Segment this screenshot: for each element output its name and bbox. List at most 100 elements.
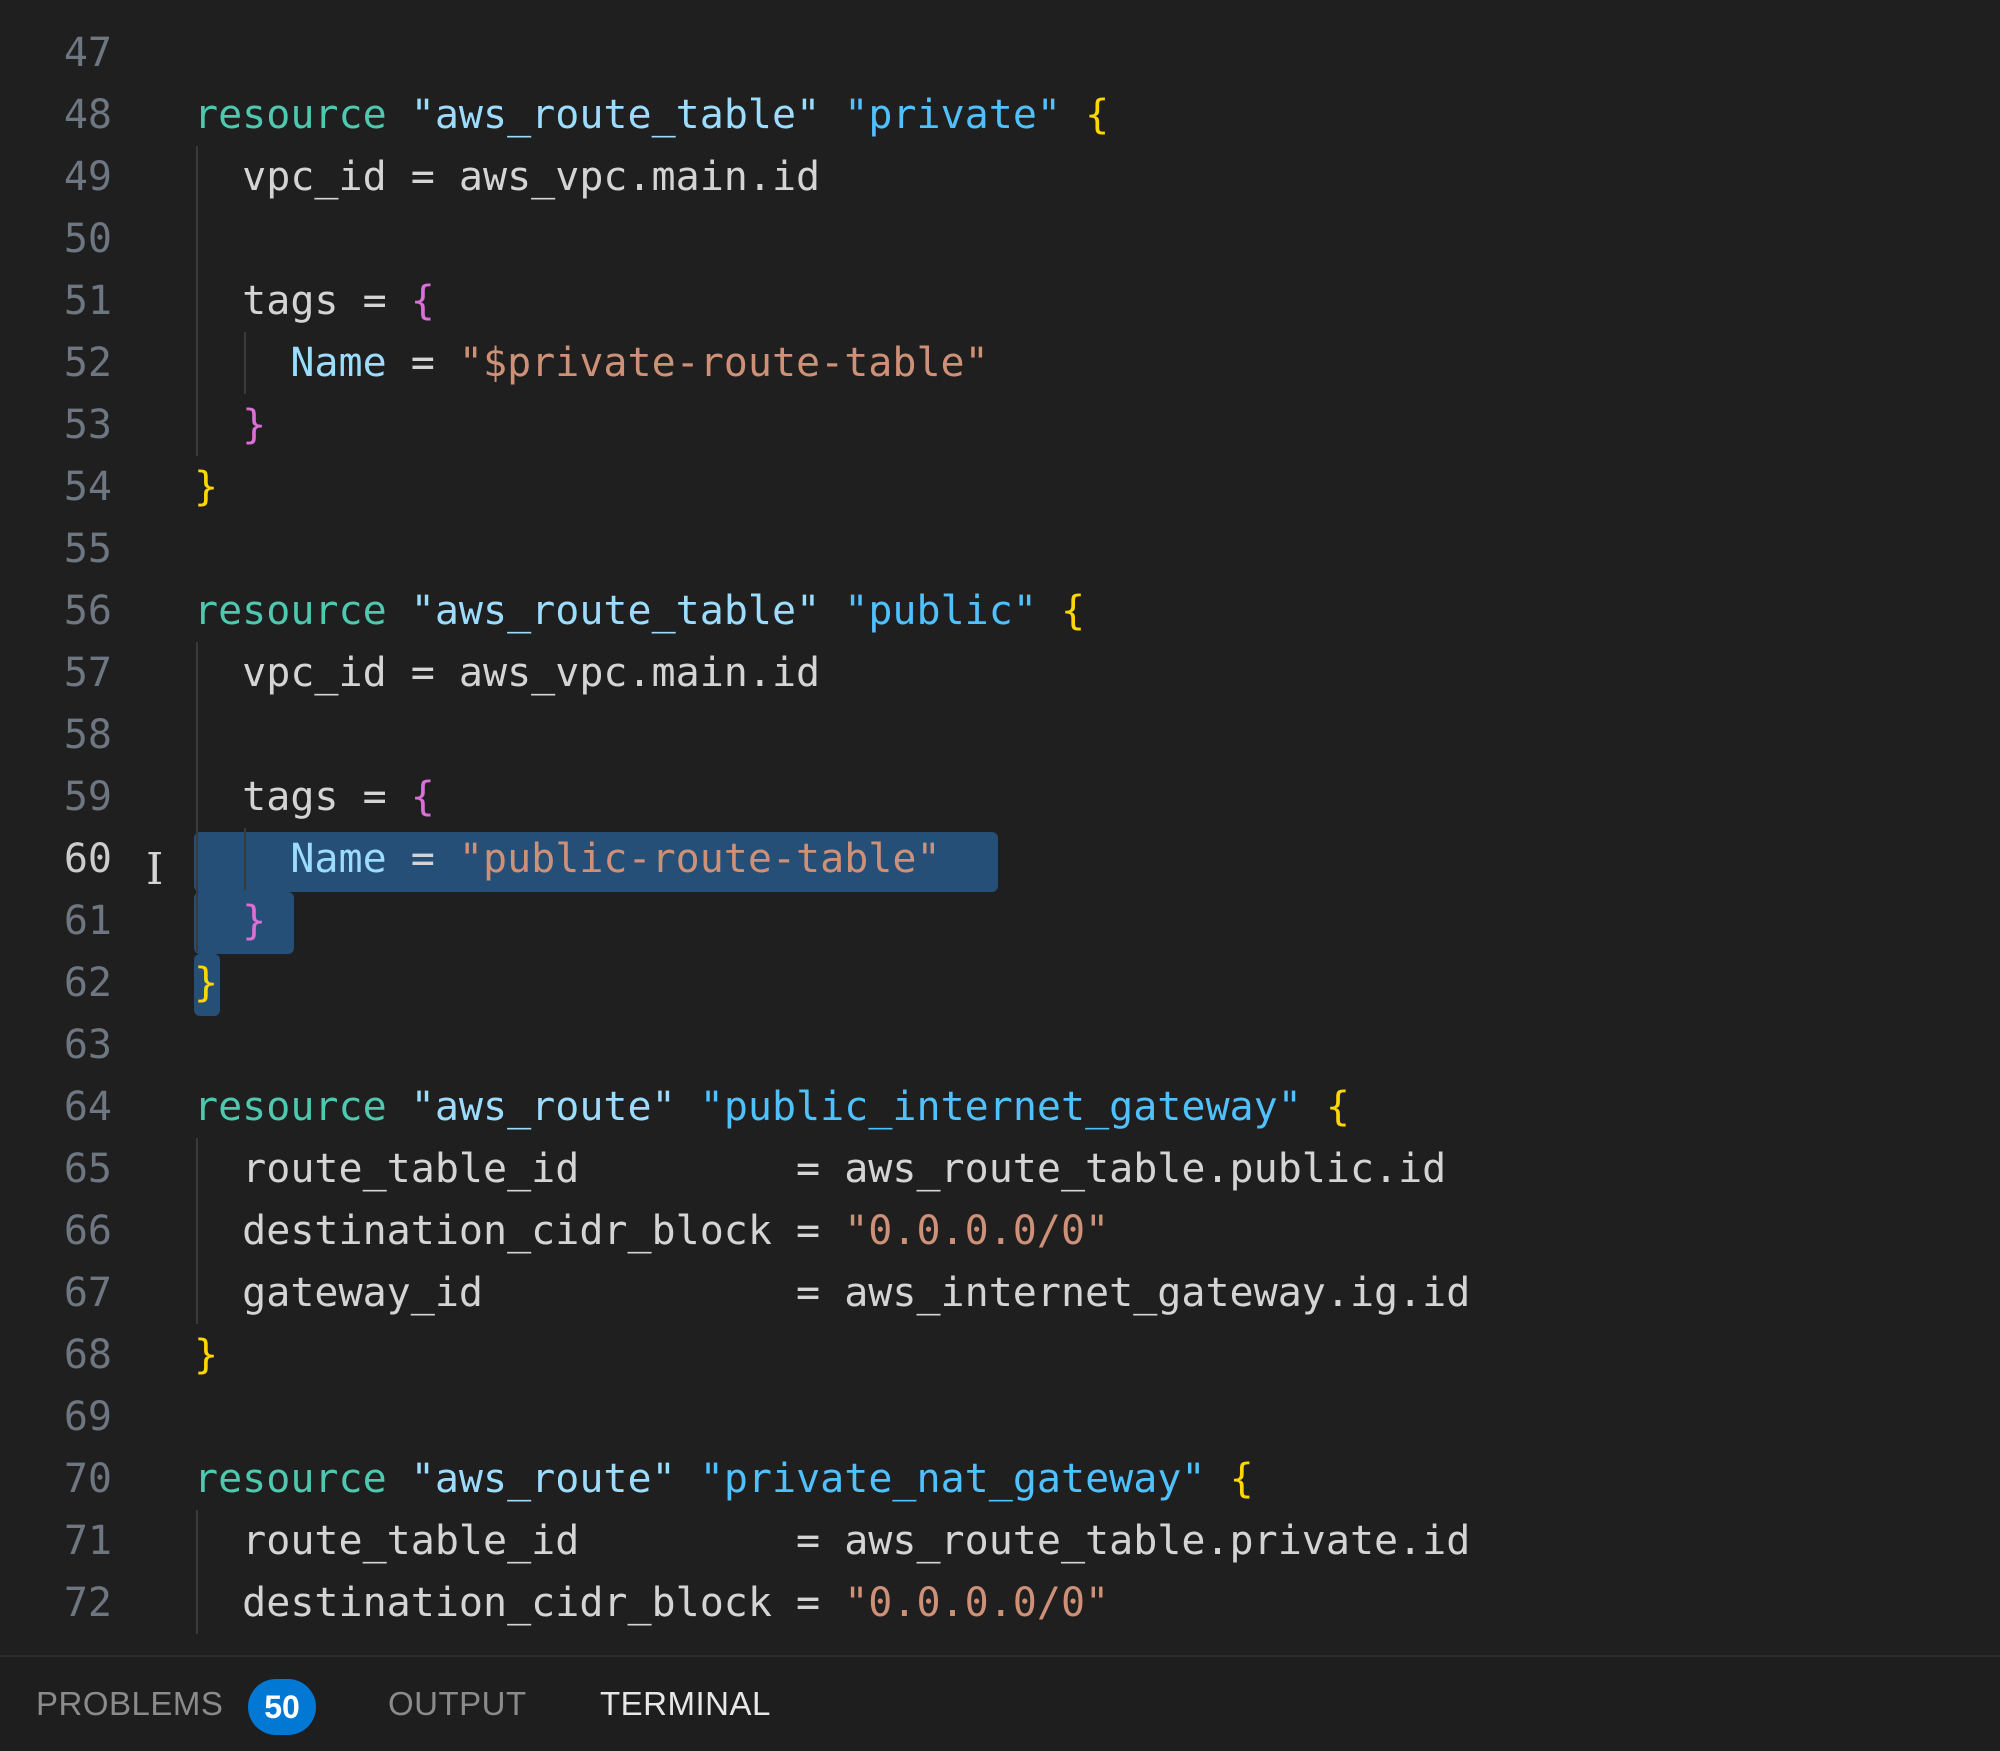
line-number: 72: [63, 1580, 112, 1626]
code-line[interactable]: 59 tags = {: [0, 766, 2000, 828]
code-text: }: [194, 456, 218, 518]
line-number: 54: [63, 464, 112, 510]
line-number: 68: [63, 1332, 112, 1378]
code-line[interactable]: 61 }: [0, 890, 2000, 952]
code-text: tags = {: [194, 270, 435, 332]
code-text: route_table_id = aws_route_table.private…: [194, 1510, 1470, 1572]
code-line[interactable]: 54}: [0, 456, 2000, 518]
code-token: resource: [194, 92, 387, 138]
code-token: Name: [290, 340, 387, 386]
code-token: {: [410, 774, 435, 820]
code-token: }: [194, 464, 219, 510]
code-text: route_table_id = aws_route_table.public.…: [194, 1138, 1446, 1200]
code-line[interactable]: 68}: [0, 1324, 2000, 1386]
line-number: 56: [63, 588, 112, 634]
code-text: resource "aws_route_table" "private" {: [194, 84, 1109, 146]
code-token: "aws_route_table": [410, 588, 821, 634]
code-line[interactable]: 63: [0, 1014, 2000, 1076]
code-token: }: [242, 898, 267, 944]
line-number: 66: [63, 1208, 112, 1254]
code-token: "0.0.0.0/0": [844, 1580, 1110, 1626]
line-number: 67: [63, 1270, 112, 1316]
code-text: Name = "public-route-table": [194, 828, 941, 890]
code-text: resource "aws_route" "public_internet_ga…: [194, 1076, 1350, 1138]
code-line[interactable]: 64 resource "aws_route" "public_internet_…: [0, 1076, 2000, 1138]
code-text: Name = "$private-route-table": [194, 332, 989, 394]
code-token: {: [1229, 1456, 1254, 1502]
code-line[interactable]: 62}: [0, 952, 2000, 1014]
line-number: 69: [63, 1394, 112, 1440]
code-line[interactable]: 65 route_table_id = aws_route_table.publ…: [0, 1138, 2000, 1200]
code-token: "aws_route": [410, 1456, 676, 1502]
indent-guide: [196, 704, 198, 766]
code-token: "private": [844, 92, 1061, 138]
line-number: 71: [63, 1518, 112, 1564]
code-line[interactable]: 70 resource "aws_route" "private_nat_gate…: [0, 1448, 2000, 1510]
code-line[interactable]: 48 resource "aws_route_table" "private" {: [0, 84, 2000, 146]
tab-problems[interactable]: PROBLEMS: [36, 1657, 223, 1751]
code-token: tags =: [194, 278, 411, 324]
code-text: }: [194, 952, 218, 1014]
code-token: =: [386, 340, 459, 386]
code-token: }: [242, 402, 267, 448]
line-number: 53: [63, 402, 112, 448]
tab-terminal[interactable]: TERMINAL: [600, 1657, 771, 1751]
code-token: "aws_route_table": [410, 92, 821, 138]
line-number: 62: [63, 960, 112, 1006]
code-token: "public-route-table": [458, 836, 941, 882]
code-line[interactable]: 53 }: [0, 394, 2000, 456]
code-line[interactable]: 69: [0, 1386, 2000, 1448]
problems-count-badge: 50: [248, 1679, 316, 1735]
code-line[interactable]: 50: [0, 208, 2000, 270]
code-token: resource: [194, 1456, 387, 1502]
code-token: "$private-route-table": [458, 340, 989, 386]
code-line[interactable]: 67 gateway_id = aws_internet_gateway.ig.…: [0, 1262, 2000, 1324]
code-token: {: [410, 278, 435, 324]
code-token: {: [1085, 92, 1110, 138]
line-number: 61: [63, 898, 112, 944]
code-line[interactable]: 60 Name = "public-route-table": [0, 828, 2000, 890]
line-number: 51: [63, 278, 112, 324]
code-text: destination_cidr_block = "0.0.0.0/0": [194, 1200, 1109, 1262]
code-token: destination_cidr_block =: [194, 1580, 845, 1626]
line-number: 55: [63, 526, 112, 572]
code-line[interactable]: 47: [0, 22, 2000, 84]
code-token: resource: [194, 1084, 387, 1130]
code-text: }: [194, 890, 266, 952]
code-token: {: [1061, 588, 1086, 634]
code-token: }: [194, 960, 219, 1006]
code-line[interactable]: 66 destination_cidr_block = "0.0.0.0/0": [0, 1200, 2000, 1262]
code-line[interactable]: 71 route_table_id = aws_route_table.priv…: [0, 1510, 2000, 1572]
code-token: "private_nat_gateway": [699, 1456, 1206, 1502]
line-number: 65: [63, 1146, 112, 1192]
code-line[interactable]: 72 destination_cidr_block = "0.0.0.0/0": [0, 1572, 2000, 1634]
code-text: resource "aws_route" "private_nat_gatewa…: [194, 1448, 1254, 1510]
code-line[interactable]: 55: [0, 518, 2000, 580]
code-text: gateway_id = aws_internet_gateway.ig.id: [194, 1262, 1470, 1324]
code-token: vpc_id = aws_vpc.main.id: [194, 650, 821, 696]
code-line[interactable]: 57 vpc_id = aws_vpc.main.id: [0, 642, 2000, 704]
line-number: 48: [63, 92, 112, 138]
code-line[interactable]: 56 resource "aws_route_table" "public" {: [0, 580, 2000, 642]
code-editor[interactable]: I 47 48 resource "aws_route_table" "privat…: [0, 0, 2000, 1655]
code-line[interactable]: 58: [0, 704, 2000, 766]
code-line[interactable]: 49 vpc_id = aws_vpc.main.id: [0, 146, 2000, 208]
code-line[interactable]: 52 Name = "$private-route-table": [0, 332, 2000, 394]
tab-output[interactable]: OUTPUT: [388, 1657, 527, 1751]
code-token: {: [1325, 1084, 1350, 1130]
code-line[interactable]: 51 tags = {: [0, 270, 2000, 332]
line-number: 49: [63, 154, 112, 200]
line-number: 57: [63, 650, 112, 696]
